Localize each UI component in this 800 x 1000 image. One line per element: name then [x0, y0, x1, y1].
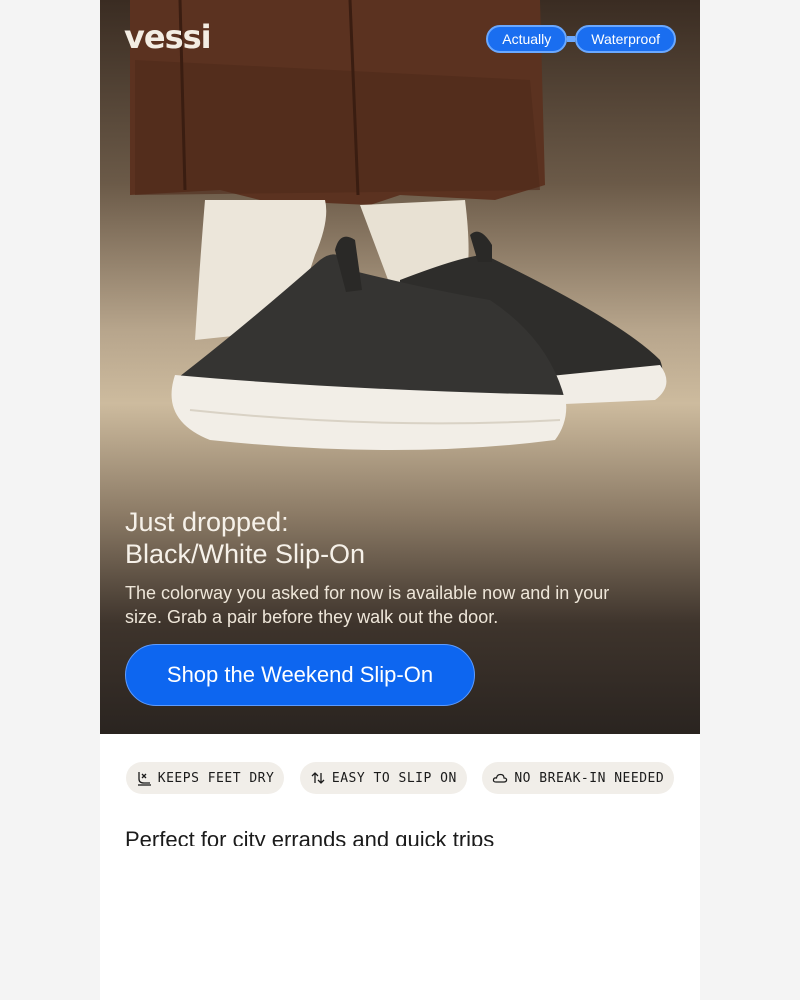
section-heading: Perfect for city errands and quick trips	[125, 827, 495, 846]
email-container: vessi Actually Waterproof Just dropped: …	[100, 0, 700, 1000]
feature-chips: KEEPS FEET DRY EASY TO SLIP ON NO BREAK-…	[100, 762, 700, 794]
dry-feet-icon	[137, 772, 151, 786]
hero-title-line-1: Just dropped:	[125, 507, 289, 537]
slip-arrows-icon	[311, 772, 325, 784]
feature-label: KEEPS FEET DRY	[157, 770, 275, 786]
badge-actually: Actually	[486, 25, 568, 53]
hero-title-line-2: Black/White Slip-On	[125, 539, 366, 569]
hero-banner[interactable]: vessi Actually Waterproof Just dropped: …	[100, 0, 700, 734]
badge-waterproof: Waterproof	[575, 25, 676, 53]
feature-label: EASY TO SLIP ON	[331, 770, 457, 786]
shop-slip-on-button[interactable]: Shop the Weekend Slip-On	[125, 644, 475, 706]
feature-label: NO BREAK-IN NEEDED	[514, 770, 665, 786]
brand-logo[interactable]: vessi	[124, 18, 212, 56]
cloud-icon	[493, 773, 508, 783]
hero-description: The colorway you asked for now is availa…	[125, 583, 610, 627]
waterproof-badge: Actually Waterproof	[486, 25, 676, 53]
badge-connector	[567, 36, 576, 42]
hero-title: Just dropped: Black/White Slip-On	[125, 506, 625, 570]
feature-chip-break-in: NO BREAK-IN NEEDED	[482, 762, 675, 794]
feature-chip-dry: KEEPS FEET DRY	[125, 762, 285, 794]
feature-chip-slip: EASY TO SLIP ON	[299, 762, 467, 794]
